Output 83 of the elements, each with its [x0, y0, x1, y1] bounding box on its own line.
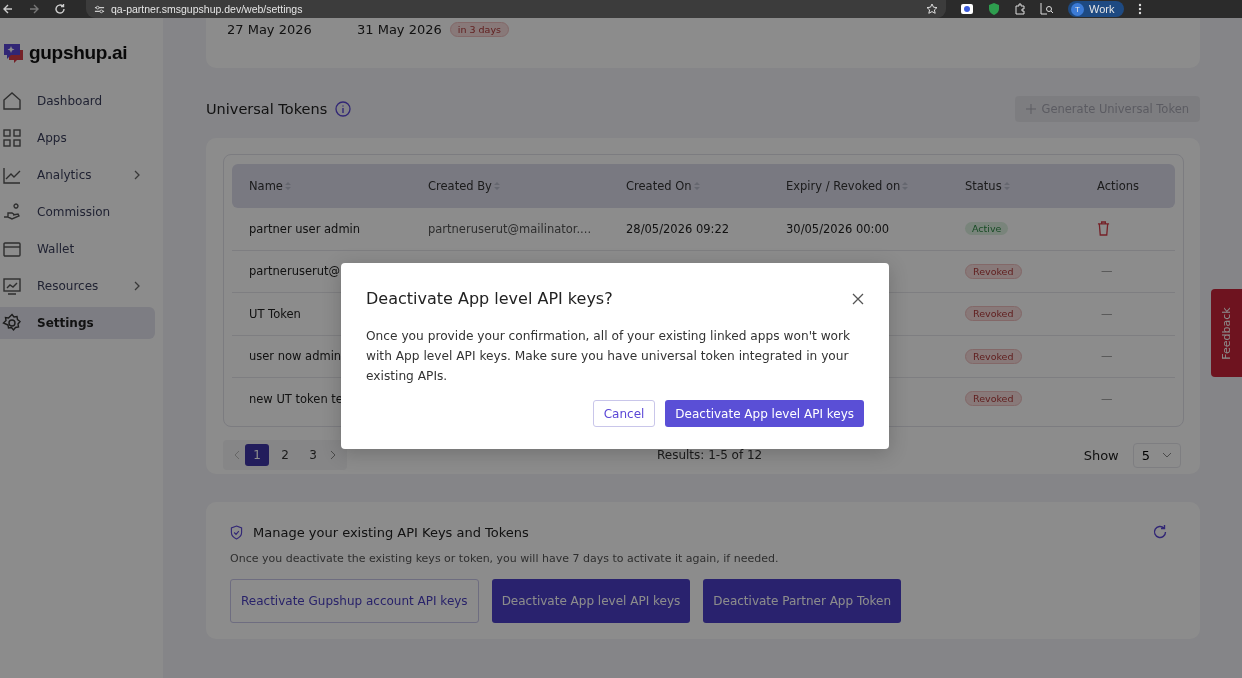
logo-icon	[3, 42, 25, 64]
sidebar-item[interactable]: Analytics	[0, 159, 155, 191]
empty-action: —	[1100, 349, 1113, 364]
table-cell: partner user admin	[249, 221, 361, 236]
feedback-tab[interactable]: Feedback	[1211, 289, 1242, 377]
wallet-icon	[2, 239, 22, 259]
star-icon[interactable]	[926, 3, 938, 15]
shield-check-icon	[230, 524, 243, 540]
sidebar-item[interactable]: Dashboard	[0, 85, 155, 117]
column-header[interactable]: Created On	[626, 179, 692, 193]
show-label: Show	[1083, 447, 1119, 463]
plus-icon	[1025, 104, 1036, 114]
shield-icon[interactable]	[988, 3, 1000, 15]
reload-icon[interactable]	[54, 3, 66, 15]
manage-title: Manage your existing API Keys and Tokens	[253, 524, 529, 540]
menu-icon[interactable]	[1138, 3, 1143, 15]
date-text: 31 May 2026	[357, 22, 442, 37]
forward-icon[interactable]	[28, 3, 40, 15]
status-badge: Revoked	[965, 391, 1022, 407]
expiry-badge: in 3 days	[449, 22, 509, 37]
table-cell: user now admin	[249, 349, 342, 364]
url-text: qa-partner.smsgupshup.dev/web/settings	[111, 3, 303, 15]
column-header[interactable]: Expiry / Revoked on	[786, 179, 901, 193]
manage-button[interactable]: Deactivate Partner App Token	[703, 579, 902, 623]
site-settings-icon[interactable]	[94, 3, 105, 15]
sidebar-item[interactable]: Resources	[0, 270, 155, 302]
page-button[interactable]: 1	[245, 444, 269, 466]
info-icon[interactable]	[335, 101, 352, 117]
page-size-select[interactable]: 5	[1132, 442, 1181, 468]
table-cell: 30/05/2026 00:00	[786, 221, 890, 236]
status-badge: Active	[965, 222, 1009, 236]
chevron-icon	[133, 281, 141, 291]
board-icon	[2, 276, 22, 296]
column-header[interactable]: Status	[965, 179, 1002, 193]
sidebar-item[interactable]: Commission	[0, 196, 155, 228]
hand-icon	[2, 202, 22, 222]
column-header[interactable]: Actions	[1097, 179, 1139, 193]
close-icon[interactable]	[852, 292, 864, 305]
empty-action: —	[1100, 391, 1113, 406]
profile-name: Work	[1089, 3, 1115, 15]
dialog-title: Deactivate App level API keys?	[366, 289, 613, 308]
extension-icon[interactable]	[960, 3, 974, 15]
grid-icon	[2, 128, 22, 148]
column-header[interactable]: Created By	[428, 179, 492, 193]
next-page-icon[interactable]	[329, 450, 337, 460]
manage-button[interactable]: Deactivate App level API keys	[491, 579, 691, 623]
date-text: 27 May 2026	[227, 22, 313, 37]
brand-name: gupshup.ai	[29, 42, 128, 64]
page-button[interactable]: 2	[273, 444, 297, 466]
sidebar-item[interactable]: Settings	[0, 307, 155, 339]
results-count: Results: 1-5 of 12	[657, 448, 763, 462]
table-cell: partneruserut@	[249, 264, 341, 279]
avatar: T	[1071, 2, 1084, 16]
chevron-icon	[133, 170, 141, 180]
table-cell: 28/05/2026 09:22	[626, 221, 730, 236]
back-icon[interactable]	[2, 3, 14, 15]
status-badge: Revoked	[965, 263, 1022, 279]
table-cell: UT Token	[249, 306, 301, 321]
refresh-icon[interactable]	[1152, 524, 1168, 540]
confirm-button[interactable]: Deactivate App level API keys	[665, 400, 864, 427]
puzzle-icon[interactable]	[1014, 3, 1026, 15]
empty-action: —	[1100, 306, 1113, 321]
settings-icon	[2, 313, 22, 333]
section-title: Universal Tokens	[206, 101, 328, 117]
home-icon	[2, 91, 22, 111]
address-bar[interactable]: qa-partner.smsgupshup.dev/web/settings	[86, 0, 946, 18]
manage-button[interactable]: Reactivate Gupshup account API keys	[230, 579, 479, 623]
column-header[interactable]: Name	[249, 179, 283, 193]
status-badge: Revoked	[965, 306, 1022, 322]
page-button[interactable]: 3	[301, 444, 325, 466]
sidebar-item[interactable]: Wallet	[0, 233, 155, 265]
manage-note: Once you deactivate the existing keys or token, you will have 7 days to activate it again, if needed.	[230, 552, 780, 565]
chart-icon	[2, 165, 22, 185]
sidebar-item[interactable]: Apps	[0, 122, 155, 154]
delete-icon[interactable]	[1097, 221, 1110, 237]
status-badge: Revoked	[965, 348, 1022, 364]
dialog-message: Once you provide your confirmation, all of your existing linked apps won't work with App level API keys. Make sure you have universal token integrated in your existing APIs.	[366, 328, 852, 385]
table-cell: partneruserut@mailinator....	[428, 221, 592, 236]
profile-button[interactable]: T Work	[1068, 1, 1125, 17]
search-icon[interactable]	[1040, 3, 1054, 15]
empty-action: —	[1100, 264, 1113, 279]
dropdown-icon	[1162, 452, 1172, 458]
cancel-button[interactable]: Cancel	[592, 400, 656, 427]
